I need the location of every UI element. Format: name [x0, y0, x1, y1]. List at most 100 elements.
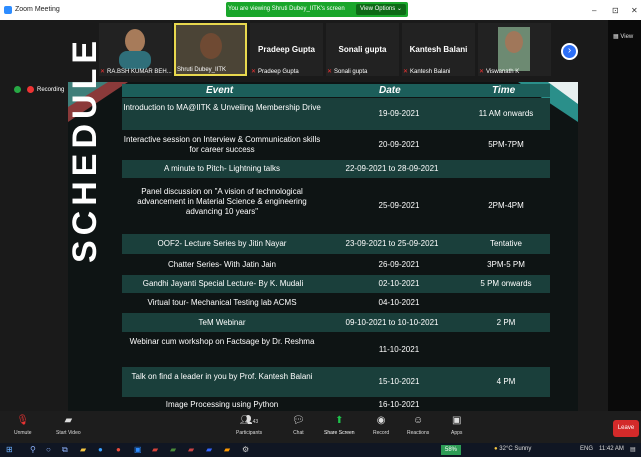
participant-big-name: Kantesh Balani	[409, 45, 468, 54]
date-cell: 19-09-2021	[378, 109, 420, 118]
next-page-button[interactable]: ›	[561, 43, 578, 60]
participants-label: Participants	[236, 430, 263, 436]
table-row: TeM Webinar 09-10-2021 to 10-10-2021 2 P…	[122, 313, 550, 332]
cortana-icon[interactable]: ○	[46, 445, 51, 454]
apps-button[interactable]: ▣ Apps	[451, 414, 462, 436]
event-cell: Introduction to MA@IITK & Unveiling Memb…	[123, 103, 321, 112]
task-view-icon[interactable]: ⧉	[62, 445, 68, 455]
window-title: Zoom Meeting	[15, 6, 60, 13]
chat-button[interactable]: 💬︎ Chat	[292, 414, 305, 436]
table-row: Interactive session on Interview & Commu…	[122, 131, 550, 159]
app-icon[interactable]: ▰	[224, 445, 230, 454]
date-cell: 25-09-2021	[378, 201, 420, 210]
chrome-icon[interactable]: ●	[116, 445, 121, 454]
acrobat-icon[interactable]: ▰	[152, 445, 158, 454]
video-shirt	[119, 51, 151, 69]
table-row: Gandhi Jayanti Special Lecture- By K. Mu…	[122, 275, 550, 293]
chat-label: Chat	[293, 430, 304, 436]
header-date: Date	[379, 85, 401, 96]
close-button[interactable]: ✕	[631, 6, 638, 15]
participant-tile-3[interactable]: Pradeep Gupta ✕ Pradeep Gupta	[250, 23, 323, 76]
table-row: Image Processing using Python 16-10-2021	[122, 398, 550, 411]
muted-mic-icon: ✕	[403, 69, 409, 75]
weather-widget[interactable]: ● 32°C Sunny	[494, 446, 531, 452]
edge-icon[interactable]: ●	[98, 445, 103, 454]
table-row: Webinar cum workshop on Factsage by Dr. …	[122, 333, 550, 366]
table-row: Introduction to MA@IITK & Unveiling Memb…	[122, 98, 550, 130]
time-cell: 2PM-4PM	[488, 201, 524, 210]
record-label: Record	[373, 430, 390, 436]
participant-tile-6[interactable]: ✕ Viswanath K	[478, 23, 551, 76]
clock[interactable]: 11:42 AM	[599, 446, 624, 452]
participant-tile-5[interactable]: Kantesh Balani ✕ Kantesh Balani	[402, 23, 475, 76]
settings-icon[interactable]: ⚙	[242, 445, 249, 454]
word-icon[interactable]: ▰	[206, 445, 212, 454]
event-cell: Chatter Series- With Jatin Jain	[167, 260, 277, 269]
view-options-button[interactable]: View Options ⌄	[356, 4, 406, 15]
time-cell: 2 PM	[496, 318, 516, 327]
participant-tile-1[interactable]: ✕ RA.BSH KUMAR BEH...	[99, 23, 172, 76]
participant-tile-4[interactable]: Sonali gupta ✕ Sonali gupta	[326, 23, 399, 76]
date-cell: 22-09-2021 to 28-09-2021	[345, 164, 439, 173]
muted-mic-icon: ✕	[479, 69, 485, 75]
time-cell: 5 PM onwards	[480, 279, 532, 288]
time-cell: 4 PM	[496, 377, 516, 386]
start-video-button[interactable]: ▰ Start Video	[56, 414, 81, 436]
event-cell: Webinar cum workshop on Factsage by Dr. …	[129, 337, 315, 346]
view-label: View	[620, 34, 634, 40]
apps-label: Apps	[451, 430, 463, 436]
start-icon[interactable]: ⊞	[6, 445, 13, 454]
recording-indicator[interactable]: Recording	[14, 86, 64, 93]
participants-icon: 👥︎43	[239, 415, 259, 426]
search-icon[interactable]: ⚲	[30, 445, 36, 454]
maximize-button[interactable]: ⊡	[612, 6, 619, 15]
event-cell: Interactive session on Interview & Commu…	[123, 135, 321, 154]
reactions-button[interactable]: ☺ Reactions	[407, 414, 429, 436]
event-cell: Talk on find a leader in you by Prof. Ka…	[131, 372, 313, 381]
event-cell: Gandhi Jayanti Special Lecture- By K. Mu…	[142, 279, 304, 288]
minimize-button[interactable]: –	[592, 6, 596, 15]
event-cell: OOF2- Lecture Series by Jitin Nayar	[157, 239, 287, 248]
start-video-label: Start Video	[56, 430, 81, 436]
header-time: Time	[492, 85, 516, 96]
table-row: A minute to Pitch- Lightning talks 22-09…	[122, 160, 550, 178]
time-cell: Tentative	[489, 239, 523, 248]
weather-label: 32°C Sunny	[499, 446, 532, 452]
apps-icon: ▣	[451, 415, 462, 426]
video-face	[200, 33, 222, 59]
record-icon: ◉	[376, 415, 386, 426]
participant-name: ✕ Viswanath K	[479, 69, 520, 75]
leave-button[interactable]: Leave	[613, 420, 639, 437]
participants-button[interactable]: 👥︎43 Participants	[236, 414, 262, 436]
participant-name: ✕ Pradeep Gupta	[251, 69, 299, 75]
date-cell: 26-09-2021	[378, 260, 420, 269]
reactions-label: Reactions	[407, 430, 430, 436]
meeting-toolbar: 🎙︎ Unmute ▰ Start Video 👥︎43 Participants 💬…	[0, 411, 641, 443]
unmute-button[interactable]: 🎙︎ Unmute	[14, 414, 32, 436]
unmute-label: Unmute	[14, 430, 32, 436]
muted-mic-icon: ✕	[251, 69, 257, 75]
powerpoint-icon[interactable]: ▰	[188, 445, 194, 454]
battery-indicator[interactable]: 58%	[441, 445, 461, 455]
participant-big-name: Pradeep Gupta	[258, 45, 315, 54]
participant-tile-2[interactable]: Shruti Dubey_IITK	[174, 23, 247, 76]
mic-muted-icon: 🎙︎	[16, 415, 30, 426]
viewing-banner: You are viewing Shruti Dubey_IITK's scre…	[226, 2, 408, 17]
window-titlebar: Zoom Meeting You are viewing Shruti Dube…	[0, 0, 641, 20]
zoom-logo-icon	[4, 6, 12, 14]
excel-icon[interactable]: ▰	[170, 445, 176, 454]
participant-big-name: Sonali gupta	[338, 45, 387, 54]
share-screen-icon: ⬆	[335, 415, 344, 426]
language-indicator[interactable]: ENG	[580, 446, 593, 452]
zoom-taskbar-icon[interactable]: ▣	[134, 445, 142, 454]
file-explorer-icon[interactable]: ▰	[80, 445, 86, 454]
date-cell: 16-10-2021	[378, 400, 420, 409]
notifications-icon[interactable]: ▤	[630, 446, 636, 453]
record-button[interactable]: ◉ Record	[373, 414, 389, 436]
view-button[interactable]: ▦ View	[613, 33, 633, 40]
date-cell: 23-09-2021 to 25-09-2021	[345, 239, 439, 248]
reactions-icon: ☺	[413, 415, 424, 426]
share-screen-button[interactable]: ⬆ Share Screen	[324, 414, 355, 436]
recording-dot-icon	[27, 86, 34, 93]
header-event: Event	[206, 85, 234, 96]
